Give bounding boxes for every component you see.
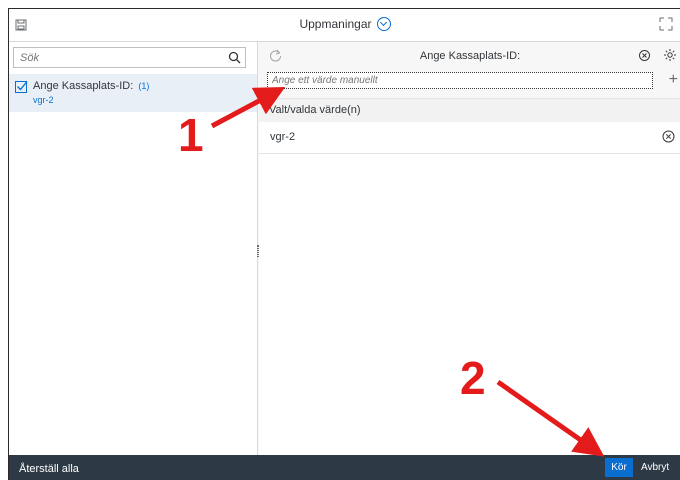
prompt-item-kassaplats[interactable]: Ange Kassaplats-ID: (1) vgr-2 <box>9 74 257 112</box>
dialog-title[interactable]: Uppmaningar <box>9 16 680 32</box>
selected-values-label: Valt/valda värde(n) <box>269 104 361 116</box>
prompt-item-label: Ange Kassaplats-ID: (1) <box>33 80 149 92</box>
prompt-item-value: vgr-2 <box>33 95 54 105</box>
search-icon[interactable] <box>228 51 241 69</box>
manual-entry-row: + <box>259 70 680 98</box>
manual-value-input[interactable] <box>267 72 653 89</box>
prompt-item-label-text: Ange Kassaplats-ID: <box>33 80 134 92</box>
prompts-dialog: Uppmaningar Ange Kassaplats-ID: (1) vgr-… <box>8 8 680 480</box>
chevron-down-icon[interactable] <box>376 16 391 31</box>
dialog-footer: Återställ alla Kör Avbryt <box>9 455 680 480</box>
clear-selection-icon[interactable] <box>638 49 651 67</box>
selected-value-text: vgr-2 <box>270 131 296 143</box>
search-input[interactable] <box>14 48 220 67</box>
prompt-list-panel: Ange Kassaplats-ID: (1) vgr-2 <box>9 42 258 455</box>
cancel-button[interactable]: Avbryt <box>641 458 680 477</box>
settings-icon[interactable] <box>663 48 677 67</box>
run-button[interactable]: Kör <box>605 458 633 477</box>
annotation-number-2: 2 <box>460 352 486 404</box>
remove-icon[interactable] <box>662 130 675 148</box>
add-icon[interactable]: + <box>669 72 678 88</box>
checkbox-icon[interactable] <box>15 80 28 98</box>
annotation-number-1: 1 <box>178 109 204 161</box>
fullscreen-icon[interactable] <box>659 17 673 36</box>
dialog-header: Uppmaningar <box>9 9 680 42</box>
prompt-item-count: (1) <box>138 81 150 91</box>
value-panel-title: Ange Kassaplats-ID: <box>419 50 521 62</box>
dialog-title-text: Uppmaningar <box>299 17 372 31</box>
selected-value-row: vgr-2 <box>259 122 680 154</box>
reset-all-button[interactable]: Återställ alla <box>19 463 79 475</box>
selected-values-header: Valt/valda värde(n) <box>259 98 680 123</box>
value-panel-toolbar: Ange Kassaplats-ID: <box>259 42 680 70</box>
search-box <box>13 47 246 68</box>
